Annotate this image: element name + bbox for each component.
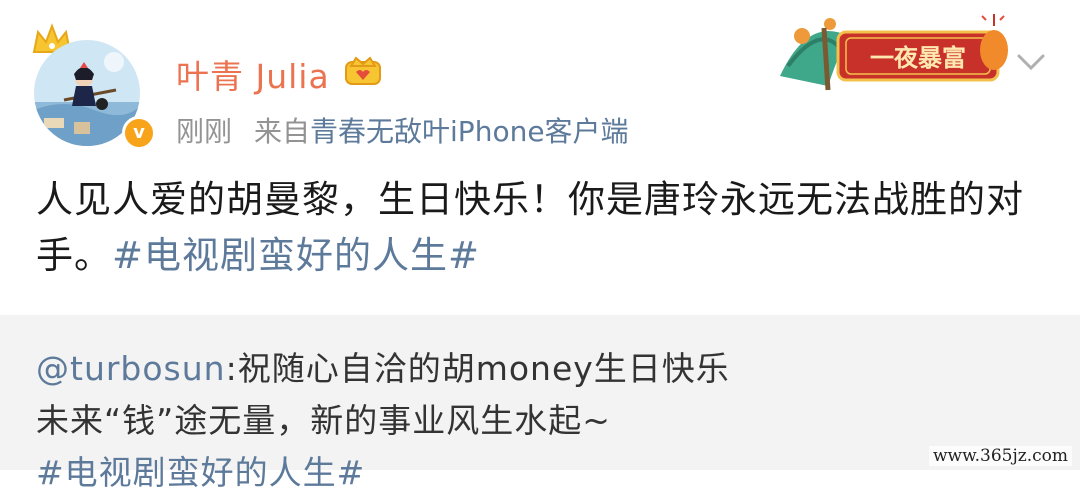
timestamp: 刚刚 [176, 115, 233, 148]
repost-line1: :祝随心自洽的胡money生日快乐 [225, 349, 730, 388]
username[interactable]: 叶青 Julia [176, 50, 330, 98]
post-meta: 刚刚 来自青春无敌叶iPhone客户端 [176, 110, 629, 150]
hashtag-link[interactable]: #电视剧蛮好的人生# [112, 234, 480, 277]
banner-text: 一夜暴富 [870, 44, 966, 72]
verified-badge-icon: v [122, 116, 156, 150]
source-prefix: 来自 [254, 115, 311, 148]
chevron-down-icon[interactable] [1016, 52, 1046, 72]
mention-link[interactable]: @turbosun [36, 349, 226, 388]
card-decoration-banner[interactable]: 一夜暴富 [768, 6, 1016, 96]
source-client-link[interactable]: 青春无敌叶iPhone客户端 [310, 115, 629, 148]
weibo-post: v 叶青 Julia 刚刚 来自青春无敌叶iPhone客户端 一夜暴富 人见人爱的… [0, 0, 1080, 315]
avatar-container[interactable]: v [30, 22, 156, 150]
repost-text: @turbosun:祝随心自洽的胡money生日快乐 未来“钱”途无量，新的事业… [36, 343, 1046, 499]
vip-crown-icon [345, 56, 381, 85]
repost-hashtag-link[interactable]: #电视剧蛮好的人生# [36, 453, 365, 492]
post-content: 人见人爱的胡曼黎，生日快乐！你是唐玲永远无法战胜的对手。#电视剧蛮好的人生# [36, 172, 1046, 284]
repost-line2: 未来“钱”途无量，新的事业风生水起~ [36, 401, 611, 440]
repost-block[interactable]: @turbosun:祝随心自洽的胡money生日快乐 未来“钱”途无量，新的事业… [0, 315, 1080, 492]
watermark: www.365jz.com [929, 446, 1072, 466]
